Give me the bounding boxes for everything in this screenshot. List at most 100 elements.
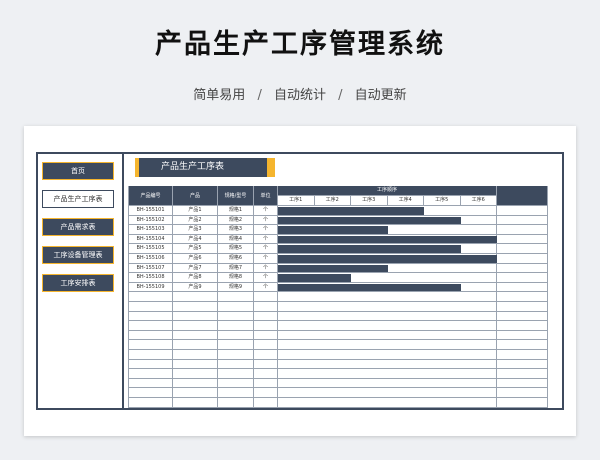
table-cell-empty[interactable]	[254, 388, 278, 398]
table-cell-empty[interactable]	[173, 302, 218, 312]
table-cell-empty[interactable]	[128, 330, 173, 341]
table-cell-empty[interactable]	[254, 321, 278, 331]
table-cell-empty[interactable]	[497, 254, 548, 264]
table-cell-unit[interactable]: 个	[254, 282, 278, 293]
table-cell-product[interactable]: 产品3	[173, 225, 218, 235]
table-cell-empty[interactable]	[173, 321, 218, 331]
table-cell-empty[interactable]	[497, 330, 548, 341]
table-cell-empty[interactable]	[254, 292, 278, 302]
table-cell-unit[interactable]: 个	[254, 263, 278, 274]
nav-button-process-table[interactable]: 产品生产工序表	[42, 190, 114, 208]
table-cell-code[interactable]: BH-155106	[128, 254, 173, 264]
table-cell-empty[interactable]	[173, 378, 218, 389]
table-cell-empty[interactable]	[497, 388, 548, 398]
table-cell-empty[interactable]	[128, 350, 173, 360]
table-cell-empty[interactable]	[218, 311, 254, 322]
table-cell-empty[interactable]	[497, 234, 548, 245]
table-cell-empty[interactable]	[128, 378, 173, 389]
table-cell-empty[interactable]	[254, 378, 278, 389]
table-cell-empty[interactable]	[173, 350, 218, 360]
table-cell-unit[interactable]: 个	[254, 244, 278, 254]
table-cell-empty[interactable]	[497, 273, 548, 283]
table-cell-empty[interactable]	[173, 398, 218, 408]
table-cell-empty[interactable]	[497, 225, 548, 235]
table-cell-spec[interactable]: 规格4	[218, 234, 254, 245]
table-cell-empty[interactable]	[254, 330, 278, 341]
table-cell-empty[interactable]	[128, 292, 173, 302]
table-cell-empty[interactable]	[218, 350, 254, 360]
table-cell-product[interactable]: 产品4	[173, 234, 218, 245]
table-cell-product[interactable]: 产品2	[173, 215, 218, 226]
table-cell-product[interactable]: 产品5	[173, 244, 218, 254]
table-cell-spec[interactable]: 规格7	[218, 263, 254, 274]
table-cell-product[interactable]: 产品8	[173, 273, 218, 283]
table-cell-unit[interactable]: 个	[254, 273, 278, 283]
table-cell-code[interactable]: BH-155107	[128, 263, 173, 274]
table-cell-empty[interactable]	[497, 215, 548, 226]
nav-button-demand-table[interactable]: 产品需求表	[42, 218, 114, 236]
table-cell-empty[interactable]	[218, 359, 254, 370]
table-cell-empty[interactable]	[218, 302, 254, 312]
table-cell-empty[interactable]	[254, 350, 278, 360]
table-cell-empty[interactable]	[497, 398, 548, 408]
table-cell-product[interactable]: 产品1	[173, 206, 218, 216]
table-cell-empty[interactable]	[173, 311, 218, 322]
table-cell-spec[interactable]: 规格5	[218, 244, 254, 254]
table-cell-empty[interactable]	[254, 340, 278, 350]
table-cell-empty[interactable]	[128, 388, 173, 398]
table-cell-empty[interactable]	[497, 340, 548, 350]
nav-button-equipment-table[interactable]: 工序设备管理表	[42, 246, 114, 264]
table-cell-product[interactable]: 产品6	[173, 254, 218, 264]
table-cell-code[interactable]: BH-155102	[128, 215, 173, 226]
table-cell-unit[interactable]: 个	[254, 225, 278, 235]
table-cell-empty[interactable]	[218, 378, 254, 389]
table-cell-empty[interactable]	[218, 292, 254, 302]
table-cell-empty[interactable]	[128, 398, 173, 408]
table-cell-spec[interactable]: 规格6	[218, 254, 254, 264]
table-cell-empty[interactable]	[497, 302, 548, 312]
table-cell-empty[interactable]	[254, 302, 278, 312]
table-cell-empty[interactable]	[128, 311, 173, 322]
table-cell-empty[interactable]	[254, 398, 278, 408]
table-cell-empty[interactable]	[497, 369, 548, 379]
table-cell-empty[interactable]	[128, 369, 173, 379]
table-cell-code[interactable]: BH-155104	[128, 234, 173, 245]
table-cell-empty[interactable]	[497, 244, 548, 254]
table-cell-empty[interactable]	[173, 292, 218, 302]
table-cell-code[interactable]: BH-155101	[128, 206, 173, 216]
table-cell-unit[interactable]: 个	[254, 254, 278, 264]
table-cell-empty[interactable]	[128, 321, 173, 331]
table-cell-unit[interactable]: 个	[254, 206, 278, 216]
table-cell-product[interactable]: 产品9	[173, 282, 218, 293]
table-cell-empty[interactable]	[218, 398, 254, 408]
table-cell-empty[interactable]	[173, 330, 218, 341]
table-cell-empty[interactable]	[128, 340, 173, 350]
nav-button-home[interactable]: 首页	[42, 162, 114, 180]
table-cell-empty[interactable]	[173, 359, 218, 370]
table-cell-empty[interactable]	[173, 369, 218, 379]
table-cell-unit[interactable]: 个	[254, 234, 278, 245]
table-cell-empty[interactable]	[497, 378, 548, 389]
table-cell-empty[interactable]	[128, 302, 173, 312]
table-cell-code[interactable]: BH-155103	[128, 225, 173, 235]
table-cell-empty[interactable]	[254, 359, 278, 370]
table-cell-empty[interactable]	[218, 369, 254, 379]
table-cell-spec[interactable]: 规格9	[218, 282, 254, 293]
table-cell-empty[interactable]	[497, 263, 548, 274]
table-cell-empty[interactable]	[497, 292, 548, 302]
table-cell-empty[interactable]	[254, 369, 278, 379]
table-cell-empty[interactable]	[128, 359, 173, 370]
table-cell-code[interactable]: BH-155105	[128, 244, 173, 254]
table-cell-empty[interactable]	[173, 340, 218, 350]
nav-button-schedule-table[interactable]: 工序安排表	[42, 274, 114, 292]
table-cell-empty[interactable]	[497, 311, 548, 322]
table-cell-spec[interactable]: 规格3	[218, 225, 254, 235]
table-cell-empty[interactable]	[218, 340, 254, 350]
table-cell-unit[interactable]: 个	[254, 215, 278, 226]
table-cell-spec[interactable]: 规格2	[218, 215, 254, 226]
table-cell-spec[interactable]: 规格1	[218, 206, 254, 216]
table-cell-empty[interactable]	[497, 359, 548, 370]
table-cell-spec[interactable]: 规格8	[218, 273, 254, 283]
table-cell-code[interactable]: BH-155108	[128, 273, 173, 283]
table-cell-empty[interactable]	[497, 321, 548, 331]
